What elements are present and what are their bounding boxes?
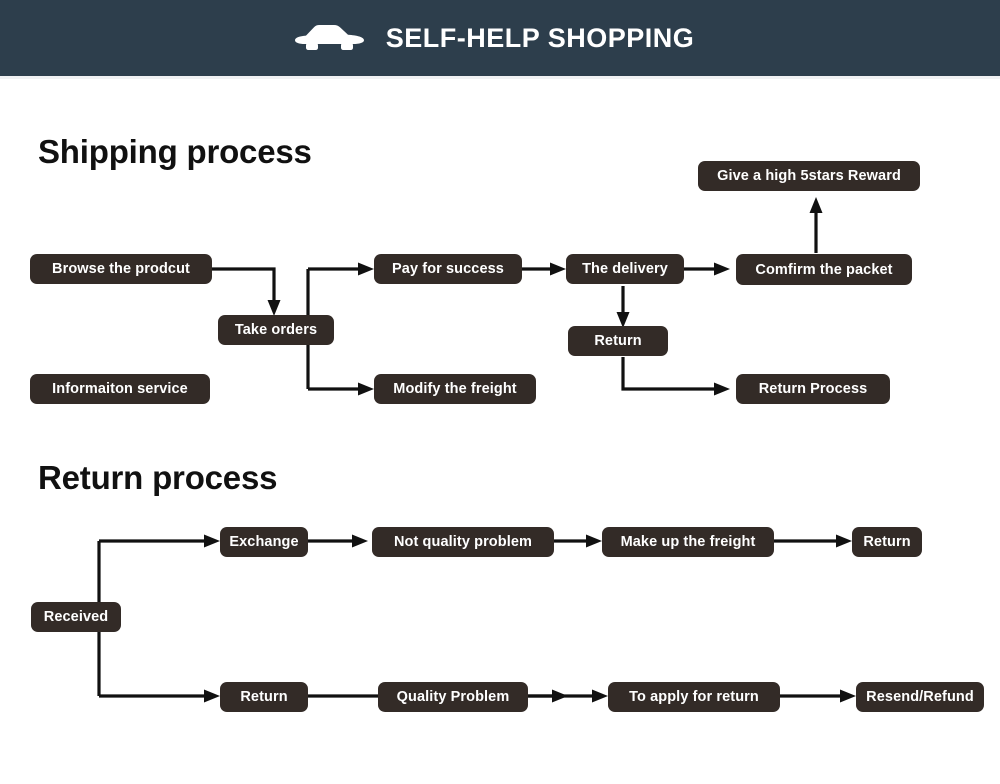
node-label: Browse the prodcut <box>52 261 190 277</box>
node-browse-the-prodcut[interactable]: Browse the prodcut <box>30 254 212 284</box>
node-label: Resend/Refund <box>866 689 974 705</box>
node-label: Pay for success <box>392 261 504 277</box>
node-label: Return Process <box>758 381 868 397</box>
node-exchange[interactable]: Exchange <box>220 527 308 557</box>
node-quality-problem[interactable]: Quality Problem <box>378 682 528 712</box>
node-give-a-high-5stars-reward[interactable]: Give a high 5stars Reward <box>698 161 920 191</box>
car-icon <box>294 21 366 55</box>
node-return-shipping[interactable]: Return <box>568 326 668 356</box>
node-informaiton-service[interactable]: Informaiton service <box>30 374 210 404</box>
node-resend-refund[interactable]: Resend/Refund <box>856 682 984 712</box>
node-label: Return <box>594 333 642 349</box>
node-return-process[interactable]: Return Process <box>736 374 890 404</box>
node-to-apply-for-return[interactable]: To apply for return <box>608 682 780 712</box>
node-return-quality-branch[interactable]: Return <box>220 682 308 712</box>
node-label: Return <box>240 689 288 705</box>
node-make-up-the-freight[interactable]: Make up the freight <box>602 527 774 557</box>
node-label: To apply for return <box>629 689 759 705</box>
page-root: SELF-HELP SHOPPING Shipping process Retu… <box>0 0 1000 784</box>
node-label: Comfirm the packet <box>755 261 893 278</box>
header-bottom-rule <box>0 76 1000 79</box>
node-label: Received <box>43 609 109 625</box>
node-not-quality-problem[interactable]: Not quality problem <box>372 527 554 557</box>
node-label: Make up the freight <box>620 534 756 550</box>
node-label: Return <box>863 534 911 550</box>
node-the-delivery[interactable]: The delivery <box>566 254 684 284</box>
node-label: Not quality problem <box>393 534 533 550</box>
node-label: Give a high 5stars Reward <box>717 168 901 184</box>
node-return-exchange-end[interactable]: Return <box>852 527 922 557</box>
node-label: Take orders <box>234 322 318 338</box>
node-modify-the-freight[interactable]: Modify the freight <box>374 374 536 404</box>
header-inner: SELF-HELP SHOPPING <box>294 21 695 55</box>
node-label: Informaiton service <box>52 381 188 397</box>
section-title-shipping: Shipping process <box>38 133 312 170</box>
page-header: SELF-HELP SHOPPING <box>0 0 1000 76</box>
header-title: SELF-HELP SHOPPING <box>385 22 695 53</box>
node-take-orders[interactable]: Take orders <box>218 315 334 345</box>
section-title-return: Return process <box>38 459 278 496</box>
node-comfirm-the-packet[interactable]: Comfirm the packet <box>736 254 912 285</box>
node-pay-for-success[interactable]: Pay for success <box>374 254 522 284</box>
node-label: Modify the freight <box>393 381 517 397</box>
node-label: Quality Problem <box>396 689 510 705</box>
node-received[interactable]: Received <box>31 602 121 632</box>
node-label: The delivery <box>582 261 668 277</box>
node-label: Exchange <box>229 534 299 550</box>
